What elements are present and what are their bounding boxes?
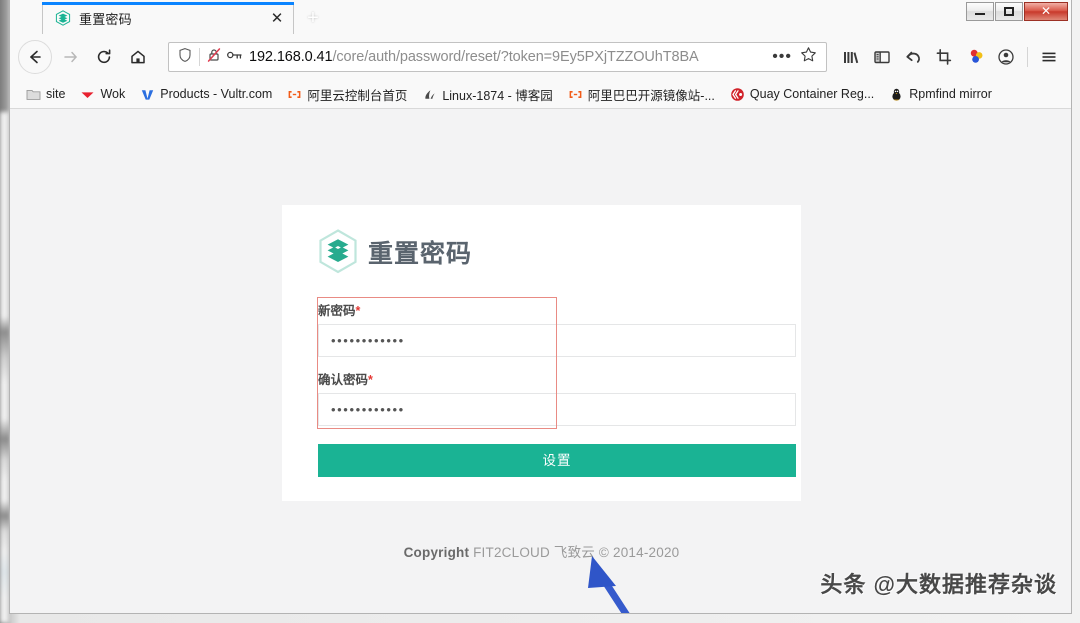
bookmark-label: site [46, 87, 66, 101]
close-icon[interactable]: ✕ [267, 8, 287, 28]
bookmark-label: Quay Container Reg... [749, 87, 875, 101]
page-title: 重置密码 [368, 239, 473, 268]
minimize-icon [975, 13, 985, 15]
reload-button[interactable] [88, 41, 120, 73]
bookmark-vultr[interactable]: Products - Vultr.com [134, 83, 278, 105]
password-field-group: 新密码* •••••••••••• 确认密码* •••••••••••• [317, 297, 796, 429]
reset-password-card: 重置密码 新密码* •••••••••••• 确认密码* •••••••••••… [282, 205, 801, 501]
background-left-strip [0, 112, 9, 623]
submit-button[interactable]: 设置 [318, 444, 796, 477]
bookmark-cnblogs[interactable]: Linux-1874 - 博客园 [416, 83, 558, 105]
bookmark-quay[interactable]: Quay Container Reg... [724, 83, 880, 105]
bookmark-star-icon[interactable] [800, 46, 820, 68]
new-password-field: 新密码* •••••••••••• [318, 300, 796, 357]
extension-balls-icon[interactable] [961, 43, 989, 71]
browser-window: 重置密码 ✕ + ✕ 192.168.0.41/core/auth/passwo… [9, 0, 1072, 614]
copyright-rest: FIT2CLOUD 飞致云 © 2014-2020 [469, 545, 680, 560]
library-icon[interactable] [837, 43, 865, 71]
brand-header: 重置密码 [318, 229, 781, 274]
confirm-password-field: 确认密码* •••••••••••• [318, 369, 796, 426]
jumpserver-logo-icon [55, 10, 71, 26]
copyright-bold: Copyright [403, 545, 470, 560]
bookmark-alibaba-mirror[interactable]: 阿里巴巴开源镜像站-... [562, 83, 721, 105]
tab-title: 重置密码 [79, 11, 132, 27]
navigation-toolbar: 192.168.0.41/core/auth/password/reset/?t… [10, 34, 1071, 80]
bookmark-aliyun-console[interactable]: 阿里云控制台首页 [281, 83, 413, 105]
reload-arrow-icon [95, 48, 113, 66]
new-password-label: 新密码* [318, 304, 361, 318]
account-icon[interactable] [992, 43, 1020, 71]
maximize-icon [1004, 6, 1014, 16]
back-arrow-icon [26, 48, 44, 66]
cnblogs-icon [422, 87, 437, 102]
copyright-footer: Copyright FIT2CLOUD 飞致云 © 2014-2020 [282, 541, 801, 561]
vultr-icon [140, 87, 155, 102]
bookmark-wok[interactable]: Wok [74, 83, 131, 105]
toolbar-icon-group [837, 43, 1063, 71]
bookmark-rpmfind[interactable]: Rpmfind mirror [883, 83, 998, 105]
close-window-button[interactable]: ✕ [1024, 1, 1068, 21]
new-password-input[interactable]: •••••••••••• [318, 324, 796, 357]
aliyun-icon [568, 87, 583, 102]
bookmark-label: Wok [100, 87, 126, 101]
aliyun-icon [287, 87, 302, 102]
window-controls: ✕ [966, 1, 1068, 21]
page-actions-button[interactable]: ••• [764, 49, 800, 65]
sidebar-icon[interactable] [868, 43, 896, 71]
bookmark-label: 阿里云控制台首页 [307, 88, 408, 103]
url-path: /core/auth/password/reset/?token=9Ey5PXj… [332, 49, 699, 65]
forward-arrow-icon [61, 48, 79, 66]
url-bar[interactable]: 192.168.0.41/core/auth/password/reset/?t… [168, 42, 827, 72]
url-host: 192.168.0.41 [249, 49, 333, 65]
screenshot-crop-icon[interactable] [930, 43, 958, 71]
pocket-undo-icon[interactable] [899, 43, 927, 71]
back-button[interactable] [18, 40, 52, 74]
url-text[interactable]: 192.168.0.41/core/auth/password/reset/?t… [249, 49, 764, 65]
tab-reset-password[interactable]: 重置密码 ✕ [42, 2, 294, 34]
urlbar-divider [199, 48, 200, 66]
page-viewport: 重置密码 新密码* •••••••••••• 确认密码* •••••••••••… [10, 109, 1071, 613]
required-marker: * [368, 373, 373, 387]
insecure-lock-crossed-icon[interactable] [206, 47, 224, 68]
bookmark-label: Products - Vultr.com [160, 87, 273, 101]
bookmark-label: Rpmfind mirror [909, 87, 992, 101]
red-triangle-icon [80, 87, 95, 102]
jumpserver-logo-icon [318, 229, 358, 274]
confirm-password-input[interactable]: •••••••••••• [318, 393, 796, 426]
confirm-password-label: 确认密码* [318, 373, 373, 387]
app-menu-icon[interactable] [1035, 43, 1063, 71]
minimize-button[interactable] [966, 1, 994, 21]
new-tab-button[interactable]: + [302, 7, 324, 29]
bookmark-site[interactable]: site [20, 83, 71, 105]
required-marker: * [355, 304, 361, 318]
watermark-text: 头条 @大数据推荐杂谈 [820, 572, 1057, 597]
bookmarks-toolbar: site Wok Products - Vultr.com 阿里云控制台首页 L… [10, 80, 1071, 109]
tracking-shield-icon[interactable] [177, 47, 193, 68]
forward-button[interactable] [54, 41, 86, 73]
folder-icon [26, 87, 41, 102]
toolbar-separator [1027, 47, 1028, 67]
quay-icon [730, 87, 745, 102]
permissions-key-icon[interactable] [226, 47, 244, 68]
bookmark-label: Linux-1874 - 博客园 [442, 88, 553, 103]
maximize-button[interactable] [995, 1, 1023, 21]
home-icon [129, 48, 147, 66]
tux-icon [889, 87, 904, 102]
home-button[interactable] [122, 41, 154, 73]
tab-strip: 重置密码 ✕ + ✕ [10, 0, 1071, 34]
bookmark-label: 阿里巴巴开源镜像站-... [587, 88, 715, 103]
